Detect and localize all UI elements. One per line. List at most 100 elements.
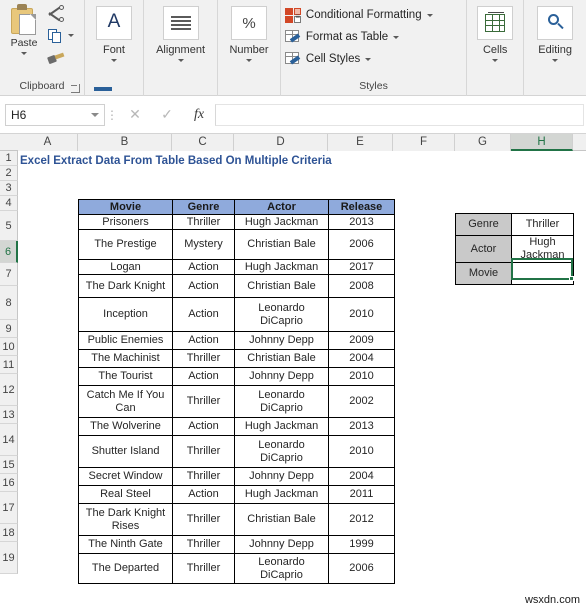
column-header-e[interactable]: E [328, 134, 393, 151]
cell-actor[interactable]: Johnny Depp [234, 535, 329, 554]
cell-actor[interactable]: Hugh Jackman [234, 214, 329, 230]
cell-release[interactable]: 2010 [328, 297, 395, 332]
cell-release[interactable]: 2017 [328, 259, 395, 275]
cell-movie[interactable]: Logan [78, 259, 173, 275]
row-header-6[interactable]: 6 [0, 241, 18, 263]
cell-movie[interactable]: The Tourist [78, 367, 173, 386]
conditional-formatting-button[interactable]: Conditional Formatting [281, 4, 433, 26]
row-header-3[interactable]: 3 [0, 181, 18, 196]
cell-movie[interactable]: Shutter Island [78, 435, 173, 468]
table-row[interactable]: Logan Action Hugh Jackman 2017 [78, 259, 395, 275]
table-row[interactable]: Inception Action Leonardo DiCaprio 2010 [78, 297, 395, 332]
paste-dropdown-caret-icon[interactable] [21, 52, 27, 55]
cell-movie[interactable]: Public Enemies [78, 331, 173, 350]
table-row[interactable]: Shutter Island Thriller Leonardo DiCaprio 2… [78, 435, 395, 468]
cell-genre[interactable]: Thriller [172, 503, 235, 536]
cell-genre[interactable]: Action [172, 367, 235, 386]
cell-actor[interactable]: Christian Bale [234, 503, 329, 536]
cell-release[interactable]: 2010 [328, 435, 395, 468]
row-header-9[interactable]: 9 [0, 320, 18, 338]
cell-release[interactable]: 2004 [328, 349, 395, 368]
row-header-19[interactable]: 19 [0, 542, 18, 574]
row-header-7[interactable]: 7 [0, 263, 18, 286]
row-header-2[interactable]: 2 [0, 166, 18, 181]
name-box-caret-icon[interactable] [91, 112, 99, 117]
table-row[interactable]: The Prestige Mystery Christian Bale 2006 [78, 229, 395, 260]
table-row[interactable]: Prisoners Thriller Hugh Jackman 2013 [78, 214, 395, 230]
column-header-h[interactable]: H [511, 134, 573, 151]
cell-actor[interactable]: Christian Bale [234, 229, 329, 260]
cell-genre[interactable]: Thriller [172, 553, 235, 584]
row-header-1[interactable]: 1 [0, 151, 18, 166]
cell-genre[interactable]: Thriller [172, 214, 235, 230]
cell-movie[interactable]: The Ninth Gate [78, 535, 173, 554]
cell-movie[interactable]: The Dark Knight Rises [78, 503, 173, 536]
cell-actor[interactable]: Hugh Jackman [234, 485, 329, 504]
table-row[interactable]: The Machinist Thriller Christian Bale 2004 [78, 349, 395, 368]
cell-actor[interactable]: Leonardo DiCaprio [234, 385, 329, 418]
cell-genre[interactable]: Action [172, 297, 235, 332]
format-painter-button[interactable] [47, 49, 65, 66]
insert-function-button[interactable]: fx [183, 103, 215, 127]
fill-handle[interactable] [569, 276, 574, 281]
copy-button[interactable] [48, 27, 74, 44]
cell-movie[interactable]: The Wolverine [78, 417, 173, 436]
format-as-table-caret-icon[interactable] [393, 35, 400, 39]
ribbon-group-cells[interactable]: Cells [466, 0, 523, 96]
cell-movie[interactable]: Secret Window [78, 467, 173, 486]
cell-actor[interactable]: Leonardo DiCaprio [234, 435, 329, 468]
cell-release[interactable]: 2013 [328, 214, 395, 230]
cell-actor[interactable]: Hugh Jackman [234, 259, 329, 275]
cell-actor[interactable]: Johnny Depp [234, 467, 329, 486]
table-row[interactable]: The Ninth Gate Thriller Johnny Depp 1999 [78, 535, 395, 554]
cell-movie[interactable]: The Departed [78, 553, 173, 584]
row-header-15[interactable]: 15 [0, 456, 18, 474]
paste-button[interactable]: Paste [0, 2, 48, 74]
row-header-18[interactable]: 18 [0, 524, 18, 542]
cell-release[interactable]: 2013 [328, 417, 395, 436]
cell-actor[interactable]: Leonardo DiCaprio [234, 297, 329, 332]
cell-genre[interactable]: Thriller [172, 535, 235, 554]
cancel-formula-button[interactable]: ✕ [119, 103, 151, 127]
row-header-16[interactable]: 16 [0, 474, 18, 492]
table-row[interactable]: The Departed Thriller Leonardo DiCaprio 200… [78, 553, 395, 584]
cell-genre[interactable]: Action [172, 274, 235, 298]
cell-actor[interactable]: Hugh Jackman [234, 417, 329, 436]
cell-actor[interactable]: Johnny Depp [234, 331, 329, 350]
cell-release[interactable]: 2009 [328, 331, 395, 350]
criteria-label-actor[interactable]: Actor [455, 234, 512, 264]
table-row[interactable]: Secret Window Thriller Johnny Depp 2004 [78, 467, 395, 486]
cell-movie[interactable]: The Machinist [78, 349, 173, 368]
row-header-11[interactable]: 11 [0, 356, 18, 374]
row-header-17[interactable]: 17 [0, 492, 18, 524]
row-header-13[interactable]: 13 [0, 406, 18, 424]
column-header-c[interactable]: C [172, 134, 234, 151]
cell-movie[interactable]: Real Steel [78, 485, 173, 504]
font-dropdown-caret-icon[interactable] [110, 59, 117, 62]
format-as-table-button[interactable]: Format as Table [281, 26, 400, 48]
criteria-label-movie[interactable]: Movie [455, 262, 512, 286]
cell-genre[interactable]: Action [172, 417, 235, 436]
cell-release[interactable]: 2012 [328, 503, 395, 536]
cell-styles-button[interactable]: Cell Styles [281, 48, 372, 70]
row-header-4[interactable]: 4 [0, 196, 18, 211]
table-row[interactable]: The Dark Knight Rises Thriller Christian B… [78, 503, 395, 536]
cell-genre[interactable]: Action [172, 259, 235, 275]
cell-genre[interactable]: Thriller [172, 467, 235, 486]
table-row[interactable]: The Tourist Action Johnny Depp 2010 [78, 367, 395, 386]
table-row[interactable]: Catch Me If You Can Thriller Leonardo DiCa… [78, 385, 395, 418]
cell-genre[interactable]: Action [172, 485, 235, 504]
cell-release[interactable]: 2006 [328, 553, 395, 584]
ribbon-group-number[interactable]: % Number [217, 0, 280, 96]
row-header-10[interactable]: 10 [0, 338, 18, 356]
criteria-value-genre[interactable]: Thriller [511, 213, 574, 236]
cell-genre[interactable]: Action [172, 331, 235, 350]
row-header-14[interactable]: 14 [0, 424, 18, 456]
cell-actor[interactable]: Leonardo DiCaprio [234, 553, 329, 584]
number-dropdown-caret-icon[interactable] [246, 59, 253, 62]
table-row[interactable]: The Wolverine Action Hugh Jackman 2013 [78, 417, 395, 436]
enter-formula-button[interactable]: ✓ [151, 103, 183, 127]
cell-release[interactable]: 2010 [328, 367, 395, 386]
row-header-5[interactable]: 5 [0, 211, 18, 241]
cell-release[interactable]: 2008 [328, 274, 395, 298]
